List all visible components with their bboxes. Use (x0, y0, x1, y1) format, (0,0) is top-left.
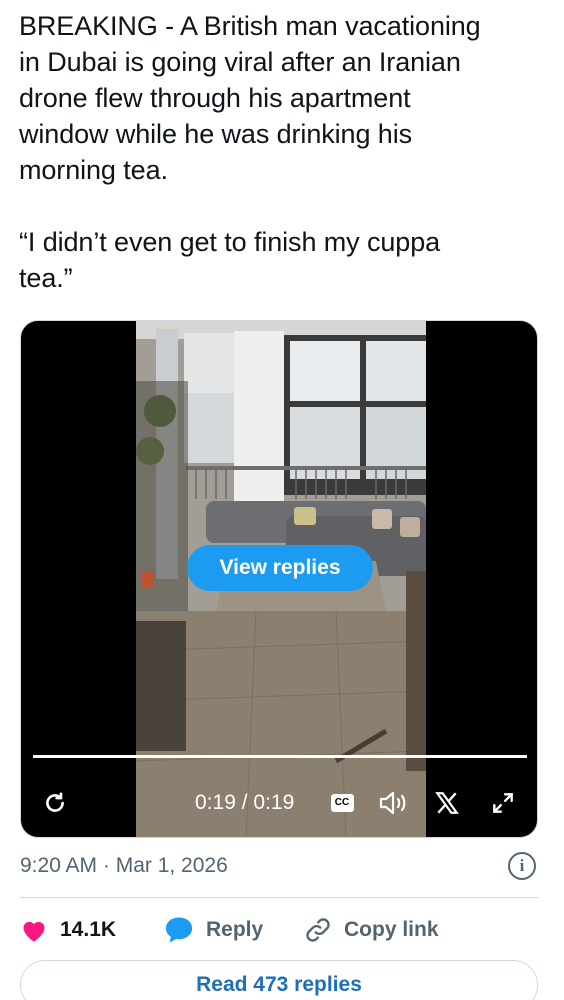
tweet-quote-line: tea.” (19, 263, 73, 293)
divider (20, 897, 538, 898)
copy-link-label: Copy link (344, 918, 439, 941)
like-button[interactable]: 14.1K (20, 913, 116, 947)
likes-count: 14.1K (60, 918, 117, 941)
reply-label: Reply (206, 918, 264, 941)
video-time-display: 0:19 / 0:19 (195, 791, 295, 814)
x-logo-icon[interactable] (431, 783, 463, 823)
video-player[interactable]: View replies 0:19 / 0:19 CC (20, 320, 538, 838)
info-icon[interactable]: i (508, 852, 536, 880)
cc-icon[interactable]: CC (327, 783, 357, 823)
heart-icon (23, 921, 45, 942)
video-progress-bar[interactable] (33, 755, 527, 758)
tweet-text: BREAKING - A British man vacationing in … (19, 8, 549, 296)
video-controls: 0:19 / 0:19 CC (21, 783, 537, 823)
expand-icon[interactable] (487, 783, 519, 823)
replay-icon[interactable] (39, 783, 71, 823)
link-icon (306, 918, 330, 942)
tweet-text-line: in Dubai is going viral after an Iranian (19, 47, 461, 77)
tweet-text-line: drone flew through his apartment (19, 83, 411, 113)
tweet-text-line: BREAKING - A British man vacationing (19, 11, 481, 41)
video-progress-fill (33, 755, 527, 758)
read-replies-button[interactable]: Read 473 replies (20, 960, 538, 1000)
reply-button[interactable]: Reply (164, 913, 263, 947)
tweet-text-line: window while he was drinking his (19, 119, 412, 149)
view-replies-button[interactable]: View replies (187, 545, 373, 591)
tweet-text-line: morning tea. (19, 155, 168, 185)
reply-bubble-icon (165, 917, 193, 943)
tweet-timestamp[interactable]: 9:20 AM · Mar 1, 2026 (20, 852, 228, 880)
volume-icon[interactable] (375, 783, 411, 823)
copy-link-button[interactable]: Copy link (304, 913, 439, 947)
tweet-actions: 14.1K Reply Copy link (20, 913, 540, 947)
tweet-quote-line: “I didn’t even get to finish my cuppa (19, 227, 441, 257)
